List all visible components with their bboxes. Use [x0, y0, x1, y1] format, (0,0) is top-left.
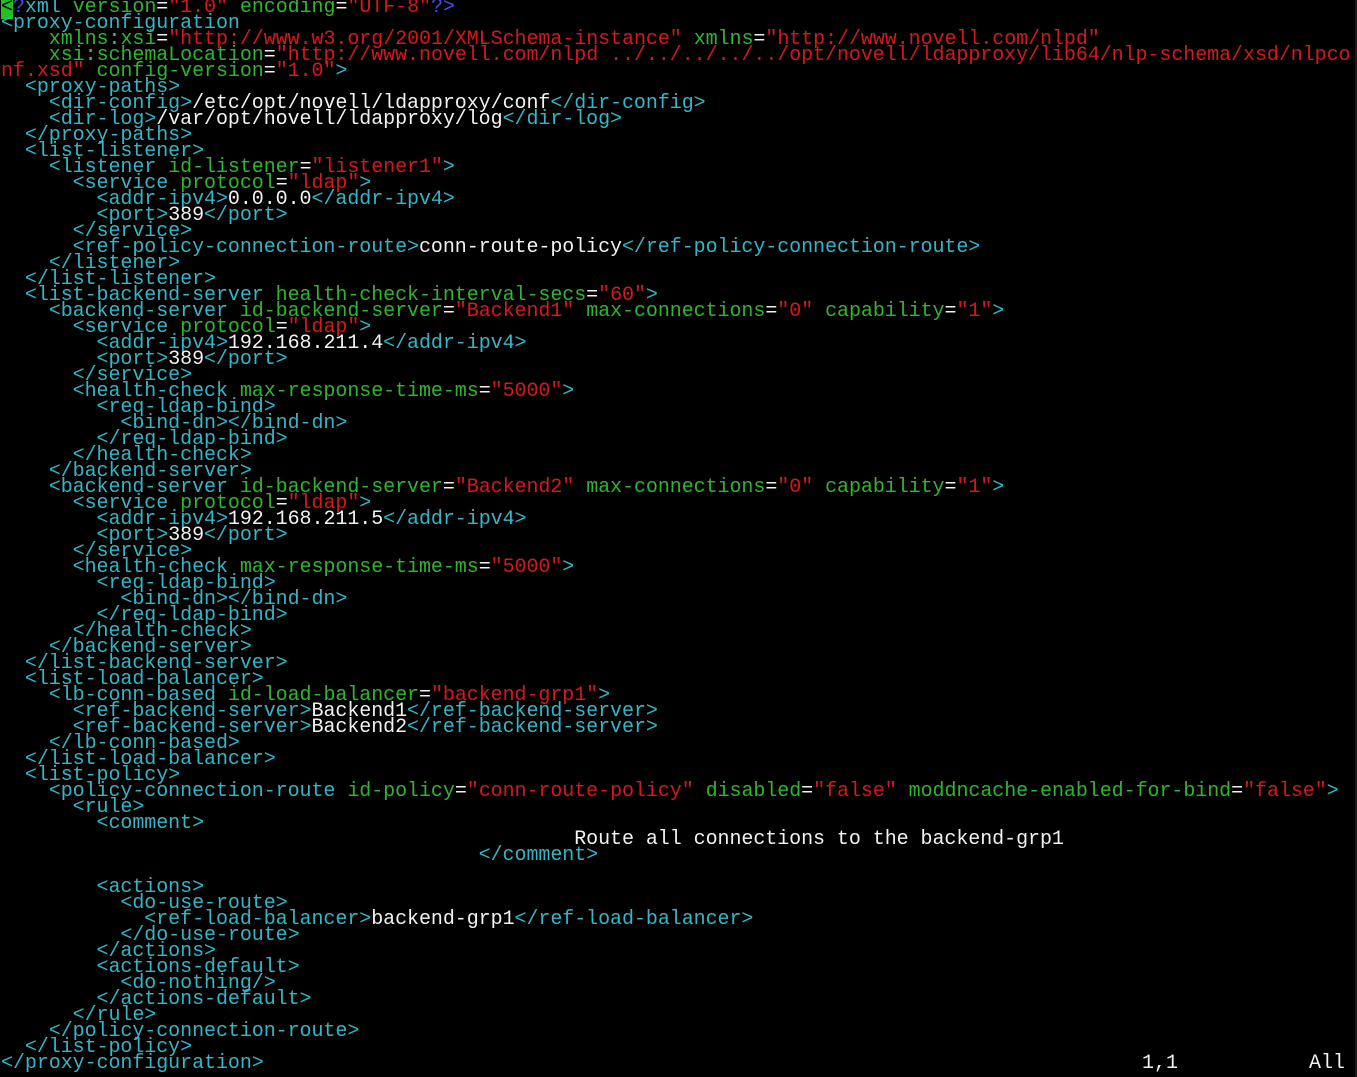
- editor-line[interactable]: nf.xsd" config-version="1.0">: [1, 62, 1350, 82]
- editor-line[interactable]: <dir-log>/var/opt/novell/ldapproxy/log</…: [1, 110, 1350, 130]
- editor-line[interactable]: </comment>: [1, 846, 1350, 866]
- scroll-position: All: [1309, 1052, 1346, 1075]
- editor-line[interactable]: <port>389</port>: [1, 350, 1350, 370]
- editor-line[interactable]: <port>389</port>: [1, 206, 1350, 226]
- editor-line[interactable]: </list-load-balancer>: [1, 750, 1350, 770]
- editor-line[interactable]: <port>389</port>: [1, 526, 1350, 546]
- editor-line[interactable]: </policy-connection-route>: [1, 1022, 1350, 1042]
- editor-line[interactable]: <policy-connection-route id-policy="conn…: [1, 782, 1350, 802]
- editor-line[interactable]: </actions-default>: [1, 990, 1350, 1010]
- status-line: 1,1 All: [0, 1052, 1357, 1075]
- cursor-position: 1,1: [1142, 1052, 1179, 1075]
- terminal-window[interactable]: <?xml version="1.0" encoding="UTF-8"?> <p…: [0, 0, 1357, 1077]
- editor-line[interactable]: <ref-policy-connection-route>conn-route-…: [1, 238, 1350, 258]
- editor-buffer[interactable]: <?xml version="1.0" encoding="UTF-8"?> <p…: [1, 0, 1351, 1074]
